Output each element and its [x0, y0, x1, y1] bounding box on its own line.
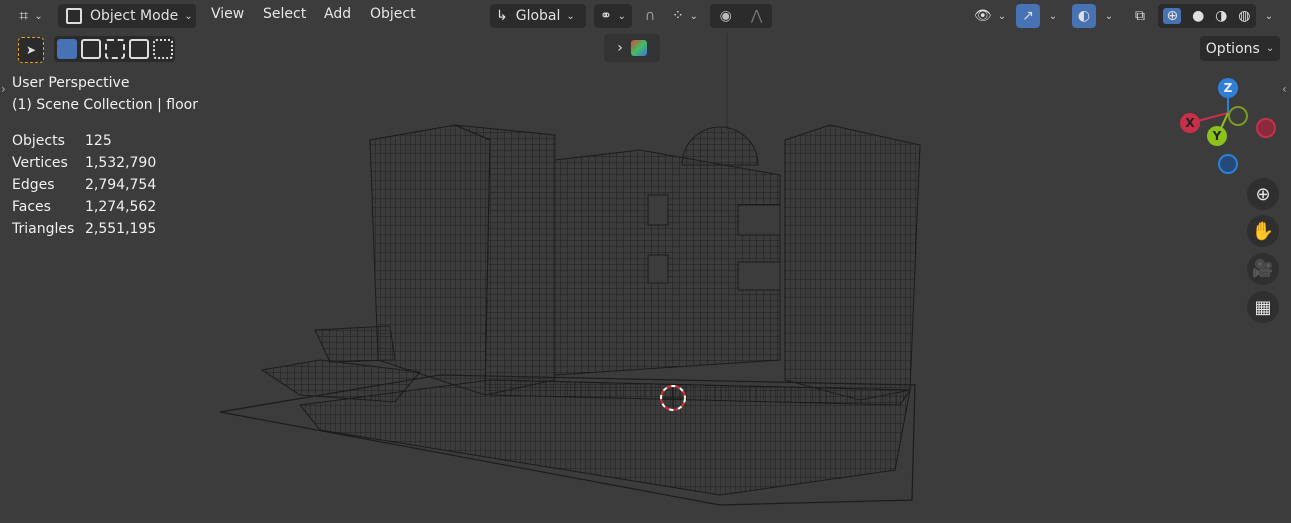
snap-target-dropdown[interactable]: ⁘ ⌄: [665, 4, 705, 28]
material-shading-icon[interactable]: ◑: [1215, 8, 1227, 24]
gizmo-y-label: Y: [1212, 129, 1222, 143]
cursor-arrow-icon: ➤: [25, 43, 37, 57]
wireframe-shading-icon[interactable]: ⊕: [1163, 8, 1182, 24]
chevron-down-icon: ⌄: [1264, 10, 1274, 22]
collection-label: (1) Scene Collection | floor: [12, 97, 198, 113]
gizmo-neg-z-axis[interactable]: [1218, 154, 1238, 174]
view-perspective-label: User Perspective: [12, 75, 130, 91]
chevron-down-icon: ⌄: [997, 10, 1007, 22]
zoom-button[interactable]: ⊕: [1247, 178, 1279, 210]
chevron-down-icon: ⌄: [184, 10, 193, 22]
gizmo-z-axis[interactable]: Z: [1218, 78, 1238, 98]
visibility-dropdown[interactable]: 👁 ⌄: [971, 4, 1009, 28]
shading-group: ⊕ ● ◑ ◍: [1158, 4, 1256, 28]
orientation-label: Global: [515, 8, 561, 24]
zoom-icon: ⊕: [1255, 183, 1271, 205]
editor-type-button[interactable]: ⌗ ⌄: [12, 4, 50, 28]
stat-label: Triangles: [12, 221, 75, 237]
rendered-shading-icon[interactable]: ◍: [1238, 8, 1250, 24]
stat-label: Edges: [12, 177, 55, 193]
stat-value: 1,274,562: [85, 199, 157, 215]
stat-label: Objects: [12, 133, 65, 149]
gizmo-x-label: X: [1185, 116, 1195, 130]
chevron-down-icon: ⌄: [566, 10, 575, 22]
chevron-down-icon: ⌄: [1104, 10, 1114, 22]
eye-icon: 👁: [973, 8, 992, 24]
options-label: Options: [1205, 40, 1260, 57]
pan-button[interactable]: ✋: [1247, 215, 1279, 247]
gizmo-toggle[interactable]: ↗: [1016, 4, 1040, 28]
snap-toggle[interactable]: ∩: [638, 4, 662, 28]
overlays-toggle[interactable]: ◐: [1072, 4, 1096, 28]
chevron-right-icon: ›: [617, 40, 623, 56]
snap-grid-icon: ⁘: [671, 8, 684, 24]
3d-viewport[interactable]: ⌗ ⌄ Object Mode ⌄ View Select Add Object …: [0, 0, 1291, 523]
stat-value: 125: [85, 133, 112, 149]
cube-colored-icon: [630, 40, 647, 56]
axis-3d-icon: ⌗: [19, 6, 29, 25]
select-subtract-icon[interactable]: [105, 39, 125, 59]
link-icon: ⚭: [599, 8, 612, 24]
gizmo-neg-y-axis[interactable]: [1228, 106, 1248, 126]
select-tool-button[interactable]: ➤: [18, 37, 44, 63]
magnet-icon: ∩: [644, 8, 656, 24]
menu-object[interactable]: Object: [370, 6, 416, 22]
hand-pan-icon: ✋: [1251, 220, 1275, 242]
overlays-dropdown[interactable]: ⌄: [1098, 4, 1120, 28]
camera-view-button[interactable]: 🎥: [1247, 253, 1279, 285]
chevron-down-icon: ⌄: [1265, 43, 1275, 54]
xray-icon: ⧉: [1135, 8, 1145, 24]
asset-shelf-toggle[interactable]: ›: [604, 34, 660, 62]
viewport-header: ⌗ ⌄ Object Mode ⌄ View Select Add Object …: [0, 0, 1291, 33]
xray-toggle[interactable]: ⧉: [1128, 4, 1152, 28]
menu-add[interactable]: Add: [324, 6, 351, 22]
gizmo-dropdown[interactable]: ⌄: [1042, 4, 1064, 28]
chevron-down-icon: ⌄: [617, 10, 627, 22]
falloff-curve-icon: ⋀: [750, 8, 763, 24]
chevron-down-icon: ⌄: [34, 10, 43, 22]
stat-value: 2,794,754: [85, 177, 157, 193]
solid-shading-icon[interactable]: ●: [1192, 8, 1204, 24]
transform-axes-icon: ↳: [496, 8, 508, 24]
gizmo-z-label: Z: [1223, 81, 1233, 95]
gizmo-neg-x-axis[interactable]: [1256, 118, 1276, 138]
menu-view[interactable]: View: [211, 6, 244, 22]
stat-label: Faces: [12, 199, 51, 215]
wireframe-model: [219, 33, 921, 506]
gizmo-x-axis[interactable]: X: [1180, 113, 1200, 133]
options-dropdown[interactable]: Options ⌄: [1200, 36, 1280, 61]
gizmo-y-axis[interactable]: Y: [1207, 126, 1227, 146]
gizmo-icon: ↗: [1022, 8, 1034, 24]
proportional-edit-icon: ◉: [719, 8, 732, 24]
pivot-point-dropdown[interactable]: ⚭ ⌄: [594, 4, 632, 28]
shading-dropdown[interactable]: ⌄: [1258, 4, 1280, 28]
right-panel-arrow-icon[interactable]: ‹: [1282, 82, 1287, 96]
orientation-dropdown[interactable]: ↳ Global ⌄: [490, 4, 586, 28]
mode-dropdown[interactable]: Object Mode ⌄: [58, 4, 196, 28]
proportional-edit-group[interactable]: ◉ ⋀: [710, 4, 772, 28]
menu-select[interactable]: Select: [263, 6, 306, 22]
ortho-toggle-button[interactable]: ▦: [1247, 291, 1279, 323]
left-panel-arrow-icon[interactable]: ›: [1, 82, 6, 96]
overlays-icon: ◐: [1077, 8, 1091, 24]
chevron-down-icon: ⌄: [1048, 10, 1058, 22]
stat-value: 2,551,195: [85, 221, 157, 237]
select-intersect-icon[interactable]: [153, 39, 173, 59]
object-mode-icon: [66, 8, 82, 24]
select-invert-icon[interactable]: [129, 39, 149, 59]
stat-label: Vertices: [12, 155, 68, 171]
camera-icon: 🎥: [1252, 259, 1274, 279]
select-new-icon[interactable]: [57, 39, 77, 59]
mode-label: Object Mode: [90, 8, 179, 24]
stat-value: 1,532,790: [85, 155, 157, 171]
select-extend-icon[interactable]: [81, 39, 101, 59]
chevron-down-icon: ⌄: [689, 10, 699, 22]
grid-ortho-icon: ▦: [1254, 296, 1272, 318]
selection-mode-group: [54, 36, 175, 62]
